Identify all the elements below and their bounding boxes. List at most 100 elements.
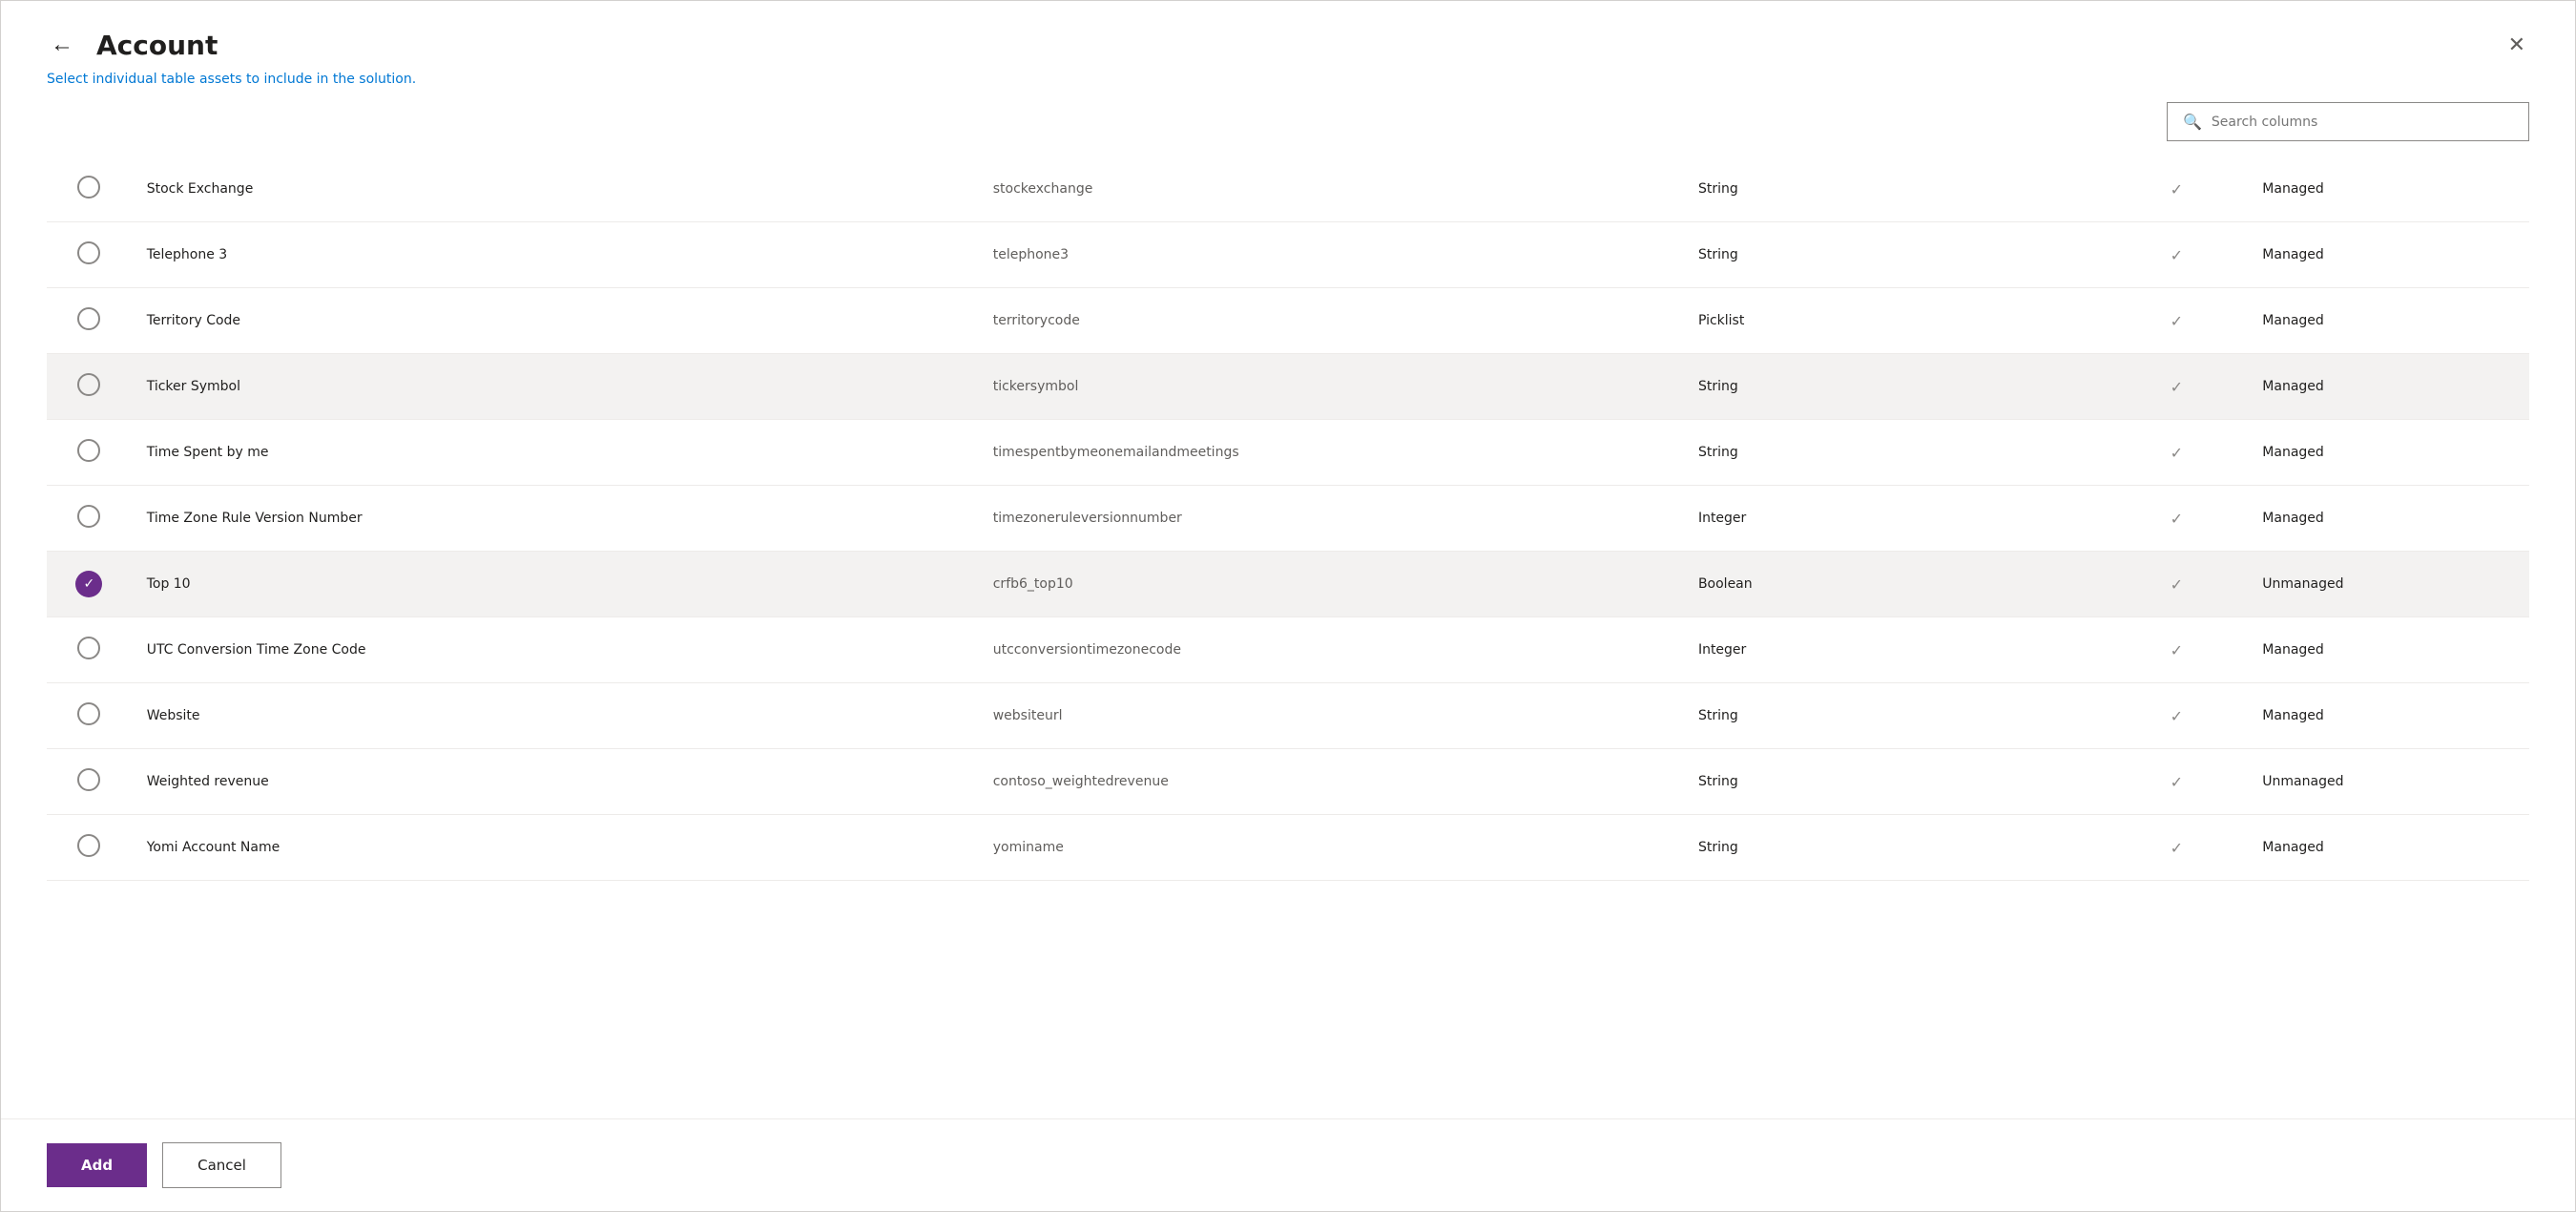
checkbox-circle[interactable] <box>77 637 100 659</box>
checkbox-cell[interactable] <box>47 420 132 486</box>
column-type: String <box>1683 222 2107 288</box>
checkbox-circle[interactable] <box>77 176 100 199</box>
subtitle-rest: to include in the solution. <box>242 72 417 87</box>
logical-name: timespentbymeonemailandmeetings <box>978 420 1683 486</box>
checkmark-icon: ✓ <box>2171 575 2183 594</box>
logical-name: contoso_weightedrevenue <box>978 749 1683 815</box>
checkbox-filled[interactable] <box>75 571 102 597</box>
column-name: Territory Code <box>132 288 978 354</box>
back-button[interactable]: ← <box>47 28 77 62</box>
checkbox-cell[interactable] <box>47 222 132 288</box>
checkbox-cell[interactable] <box>47 617 132 683</box>
column-type: String <box>1683 749 2107 815</box>
dialog-title: Account <box>96 30 218 61</box>
search-input[interactable] <box>2212 115 2513 130</box>
subtitle-link[interactable]: individual table assets <box>93 72 242 87</box>
checkmark-icon: ✓ <box>2171 839 2183 857</box>
column-name: Telephone 3 <box>132 222 978 288</box>
checkbox-circle[interactable] <box>77 505 100 528</box>
check-mark: ✓ <box>2106 683 2247 749</box>
logical-name: crfb6_top10 <box>978 552 1683 617</box>
checkbox-cell[interactable] <box>47 683 132 749</box>
checkbox-cell[interactable] <box>47 157 132 222</box>
checkbox-cell[interactable] <box>47 288 132 354</box>
logical-name: tickersymbol <box>978 354 1683 420</box>
table-row[interactable]: Telephone 3telephone3String ✓ Managed <box>47 222 2529 288</box>
check-mark: ✓ <box>2106 222 2247 288</box>
logical-name: territorycode <box>978 288 1683 354</box>
check-mark: ✓ <box>2106 749 2247 815</box>
managed-status: Unmanaged <box>2247 552 2529 617</box>
table-container: Stock ExchangestockexchangeString✓Manage… <box>1 157 2575 1118</box>
checkbox-cell[interactable] <box>47 815 132 881</box>
logical-name: stockexchange <box>978 157 1683 222</box>
managed-status: Managed <box>2247 420 2529 486</box>
dialog: ← Account ✕ Select individual table asse… <box>0 0 2576 1212</box>
checkbox-cell[interactable] <box>47 552 132 617</box>
table-row[interactable]: Yomi Account NameyominameString✓Managed <box>47 815 2529 881</box>
search-box[interactable]: 🔍 <box>2167 102 2529 141</box>
column-type: Boolean <box>1683 552 2107 617</box>
table-row[interactable]: Time Zone Rule Version Numbertimezonerul… <box>47 486 2529 552</box>
close-button[interactable]: ✕ <box>2504 29 2529 61</box>
table-row[interactable]: Top 10crfb6_top10Boolean ✓ Unmanaged <box>47 552 2529 617</box>
table-row[interactable]: WebsitewebsiteurlString✓Managed <box>47 683 2529 749</box>
table-row[interactable]: Ticker SymboltickersymbolString✓Managed <box>47 354 2529 420</box>
dialog-header: ← Account ✕ <box>1 1 2575 62</box>
add-button[interactable]: Add <box>47 1143 147 1187</box>
checkbox-circle[interactable] <box>77 307 100 330</box>
check-mark: ✓ <box>2106 815 2247 881</box>
checkmark-icon: ✓ <box>2171 180 2183 199</box>
column-name: Top 10 <box>132 552 978 617</box>
checkbox-circle[interactable] <box>77 241 100 264</box>
logical-name: telephone3 <box>978 222 1683 288</box>
column-type: Integer <box>1683 486 2107 552</box>
check-mark: ✓ <box>2106 288 2247 354</box>
table-row[interactable]: Time Spent by metimespentbymeonemailandm… <box>47 420 2529 486</box>
checkbox-circle[interactable] <box>77 768 100 791</box>
column-type: String <box>1683 157 2107 222</box>
table-row[interactable]: UTC Conversion Time Zone Codeutcconversi… <box>47 617 2529 683</box>
checkbox-cell[interactable] <box>47 354 132 420</box>
check-mark: ✓ <box>2106 157 2247 222</box>
table-row[interactable]: Territory CodeterritorycodePicklist✓Mana… <box>47 288 2529 354</box>
logical-name: timezoneruleversionnumber <box>978 486 1683 552</box>
checkmark-icon: ✓ <box>2171 773 2183 791</box>
columns-table: Stock ExchangestockexchangeString✓Manage… <box>47 157 2529 881</box>
check-mark: ✓ <box>2106 617 2247 683</box>
column-type: Picklist <box>1683 288 2107 354</box>
logical-name: websiteurl <box>978 683 1683 749</box>
checkmark-icon: ✓ <box>2171 444 2183 462</box>
column-name: Stock Exchange <box>132 157 978 222</box>
column-name: Website <box>132 683 978 749</box>
table-row[interactable]: Stock ExchangestockexchangeString✓Manage… <box>47 157 2529 222</box>
managed-status: Managed <box>2247 222 2529 288</box>
dialog-footer: Add Cancel <box>1 1118 2575 1211</box>
column-type: String <box>1683 354 2107 420</box>
search-icon: 🔍 <box>2183 113 2202 131</box>
header-left: ← Account <box>47 28 218 62</box>
managed-status: Managed <box>2247 288 2529 354</box>
dialog-subtitle: Select individual table assets to includ… <box>1 62 2575 87</box>
column-type: String <box>1683 683 2107 749</box>
managed-status: Managed <box>2247 354 2529 420</box>
checkmark-icon: ✓ <box>2171 246 2183 264</box>
column-name: Time Spent by me <box>132 420 978 486</box>
checkbox-circle[interactable] <box>77 702 100 725</box>
checkbox-cell[interactable] <box>47 486 132 552</box>
column-type: String <box>1683 420 2107 486</box>
cancel-button[interactable]: Cancel <box>162 1142 281 1188</box>
checkmark-icon: ✓ <box>2171 510 2183 528</box>
column-name: Weighted revenue <box>132 749 978 815</box>
subtitle-static: Select <box>47 72 93 87</box>
checkbox-circle[interactable] <box>77 373 100 396</box>
logical-name: yominame <box>978 815 1683 881</box>
column-name: UTC Conversion Time Zone Code <box>132 617 978 683</box>
managed-status: Managed <box>2247 486 2529 552</box>
checkmark-icon: ✓ <box>2171 378 2183 396</box>
checkbox-circle[interactable] <box>77 834 100 857</box>
checkbox-cell[interactable] <box>47 749 132 815</box>
table-row[interactable]: Weighted revenuecontoso_weightedrevenueS… <box>47 749 2529 815</box>
managed-status: Managed <box>2247 683 2529 749</box>
checkbox-circle[interactable] <box>77 439 100 462</box>
